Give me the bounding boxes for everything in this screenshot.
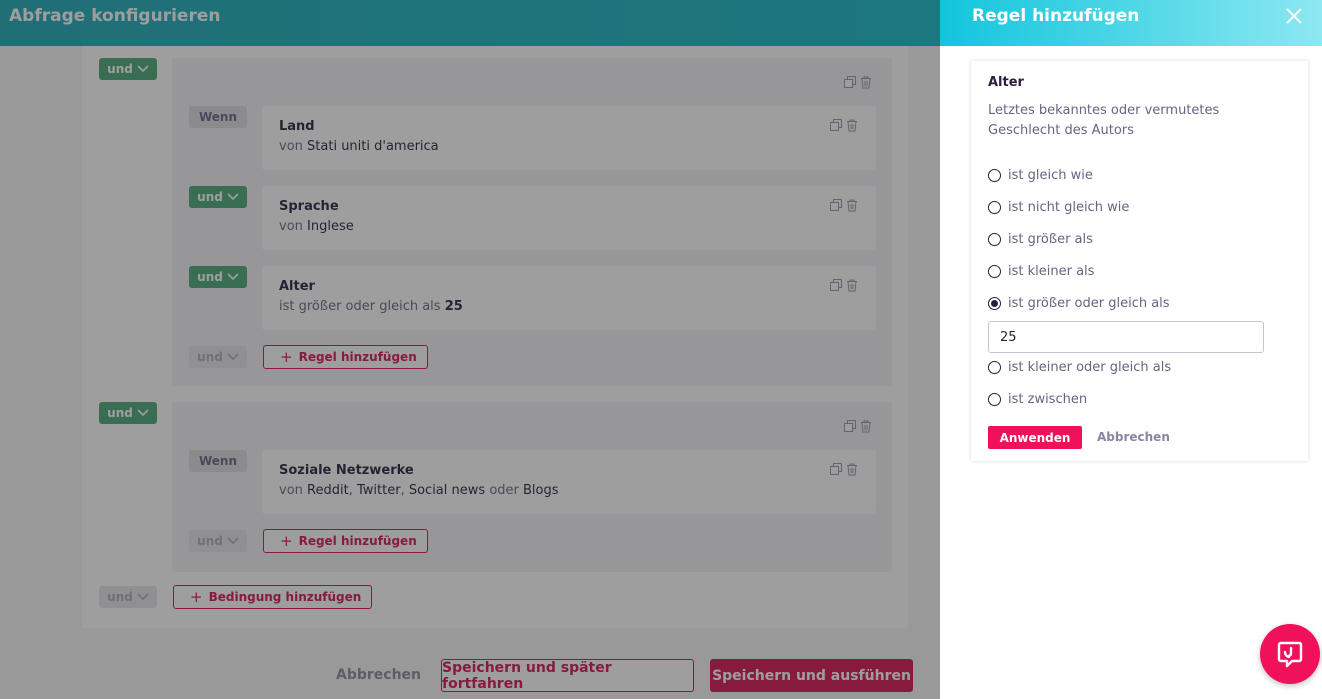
radio-button-checked[interactable]	[988, 297, 1001, 310]
apply-button[interactable]: Anwenden	[988, 426, 1082, 449]
panel-header: Regel hinzufügen	[940, 0, 1322, 46]
option-label: ist zwischen	[1008, 392, 1088, 407]
option-ist-groesser-oder-gleich-als[interactable]: ist größer oder gleich als	[988, 296, 1170, 311]
rule-editor-card: Alter Letztes bekanntes oder vermutetes …	[971, 61, 1308, 461]
option-label: ist kleiner oder gleich als	[1008, 360, 1172, 375]
chat-support-button[interactable]	[1260, 624, 1320, 684]
option-ist-groesser-als[interactable]: ist größer als	[988, 232, 1093, 247]
radio-button[interactable]	[988, 201, 1001, 214]
option-ist-kleiner-als[interactable]: ist kleiner als	[988, 264, 1094, 279]
option-label: ist größer als	[1008, 232, 1093, 247]
radio-button[interactable]	[988, 393, 1001, 406]
option-label: ist gleich wie	[1008, 168, 1093, 183]
option-ist-gleich-wie[interactable]: ist gleich wie	[988, 168, 1093, 183]
close-icon[interactable]	[1284, 6, 1304, 26]
option-label: ist größer oder gleich als	[1008, 296, 1170, 311]
option-ist-nicht-gleich-wie[interactable]: ist nicht gleich wie	[988, 200, 1129, 215]
radio-button[interactable]	[988, 361, 1001, 374]
rule-editor-title: Alter	[988, 75, 1024, 90]
panel-title: Regel hinzufügen	[972, 6, 1140, 26]
rule-editor-description: Letztes bekanntes oder vermutetes Geschl…	[988, 103, 1220, 138]
radio-button[interactable]	[988, 169, 1001, 182]
option-ist-zwischen[interactable]: ist zwischen	[988, 392, 1087, 407]
option-ist-kleiner-oder-gleich-als[interactable]: ist kleiner oder gleich als	[988, 360, 1171, 375]
modal-overlay[interactable]	[0, 0, 940, 699]
value-input[interactable]	[988, 321, 1264, 353]
chat-icon	[1277, 641, 1303, 668]
radio-button[interactable]	[988, 233, 1001, 246]
panel-cancel-button[interactable]: Abbrechen	[1097, 430, 1170, 444]
query-editor: Abfrage konfigurieren und Wenn Land von …	[0, 0, 940, 699]
option-label: ist nicht gleich wie	[1008, 200, 1130, 215]
radio-button[interactable]	[988, 265, 1001, 278]
option-label: ist kleiner als	[1008, 264, 1095, 279]
